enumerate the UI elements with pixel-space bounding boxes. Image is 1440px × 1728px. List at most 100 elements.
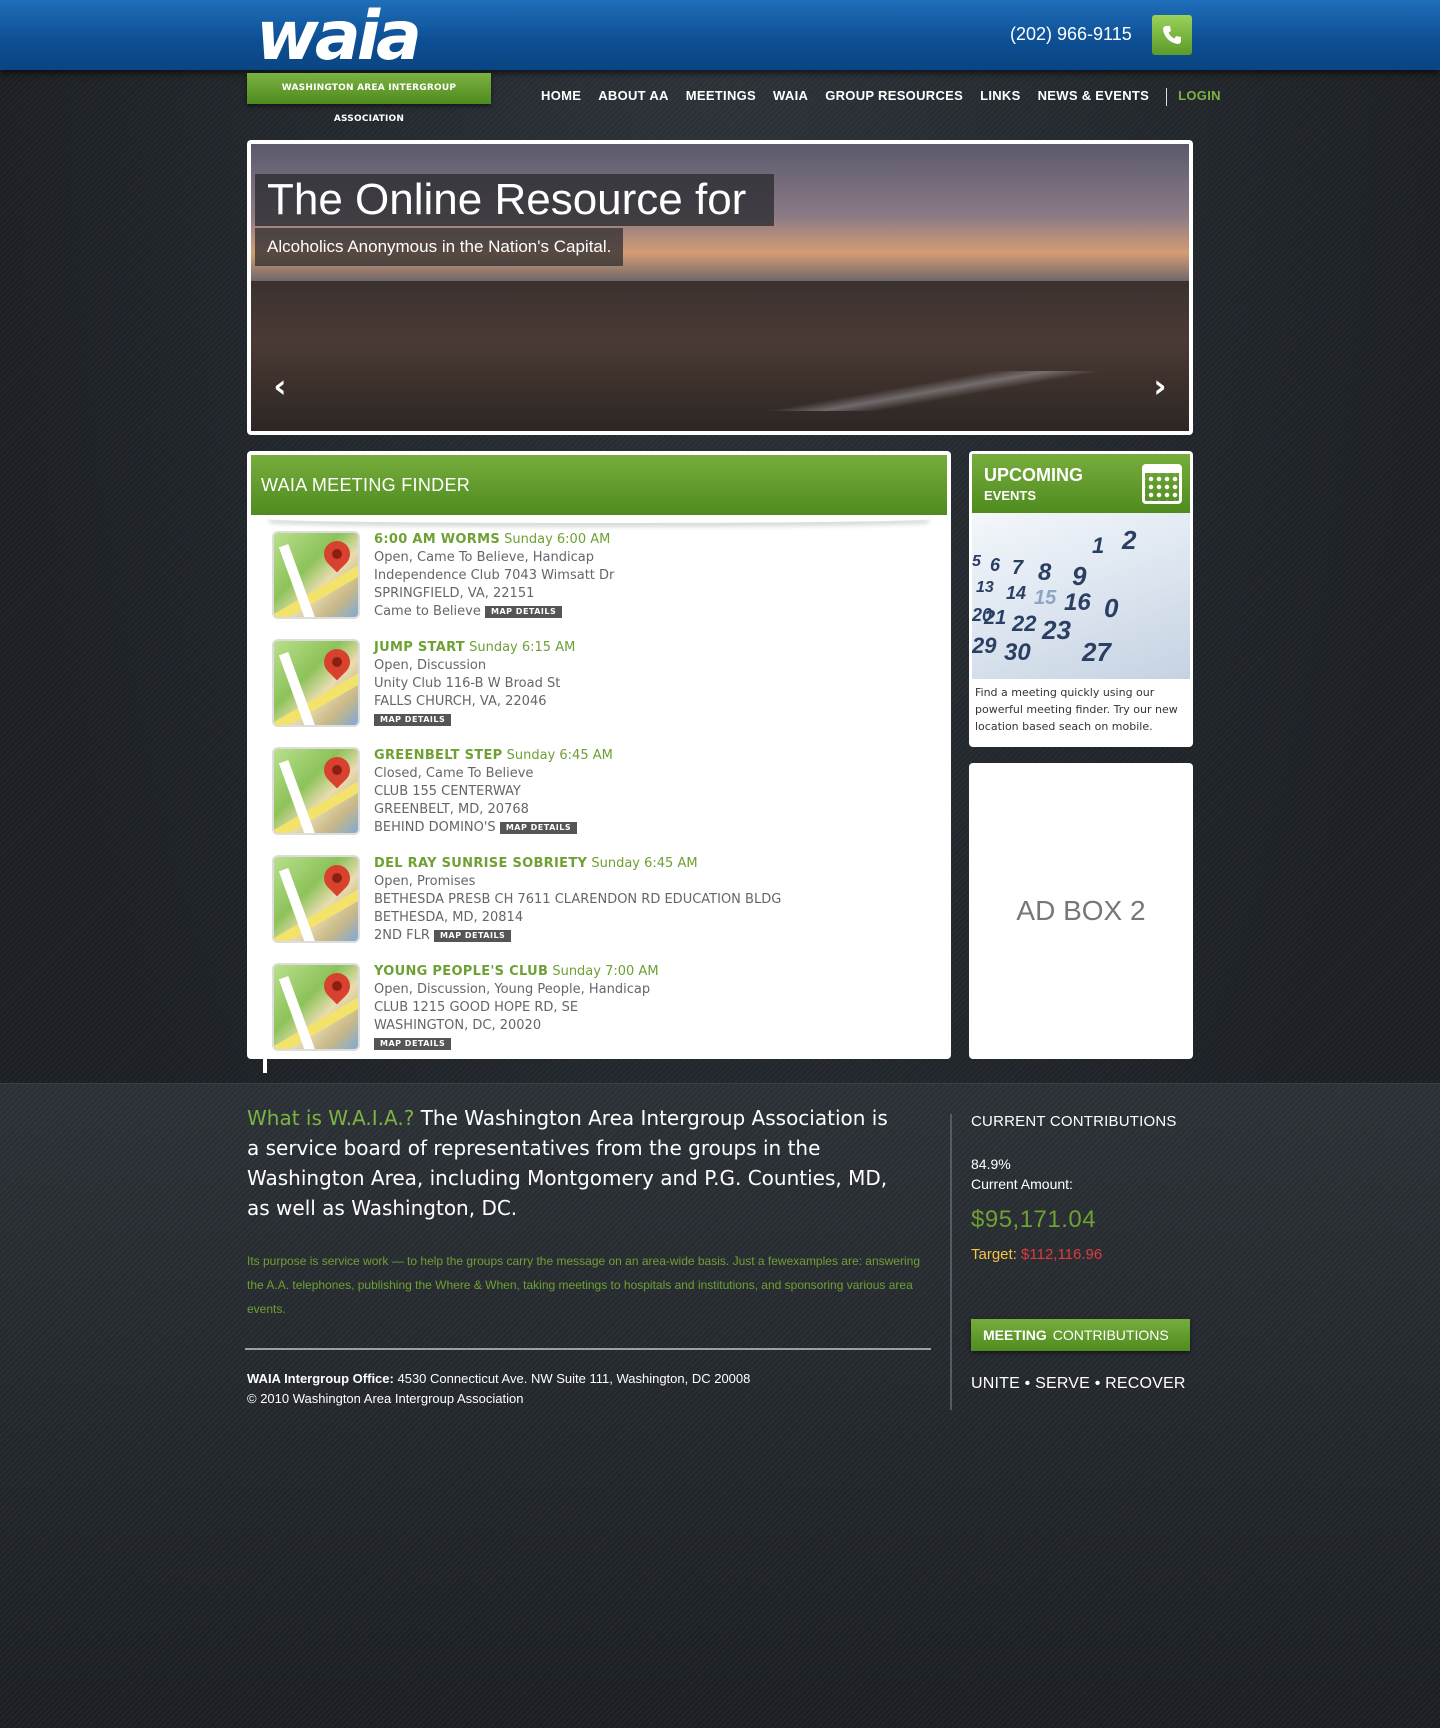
header-bar	[0, 0, 1440, 70]
map-details-button[interactable]: MAP DETAILS	[374, 713, 452, 726]
meeting-name[interactable]: YOUNG PEOPLE'S CLUB	[374, 964, 548, 979]
copyright: © 2010 Washington Area Intergroup Associ…	[247, 1391, 524, 1406]
meeting-city: SPRINGFIELD, VA, 22151	[374, 586, 535, 601]
meeting-types: Closed, Came To Believe	[374, 766, 534, 781]
footer-divider	[245, 1348, 931, 1350]
footer-vertical-divider	[950, 1114, 952, 1410]
nav-divider	[1166, 88, 1168, 106]
meeting-types: Open, Promises	[374, 874, 476, 889]
meeting-types: Open, Discussion, Young People, Handicap	[374, 982, 651, 997]
meeting-name[interactable]: JUMP START	[374, 640, 465, 655]
meeting-address: CLUB 155 CENTERWAY	[374, 784, 521, 799]
about-heading: What is W.A.I.A.?	[247, 1106, 415, 1130]
nav-meetings[interactable]: MEETINGS	[686, 88, 756, 108]
purpose-text: Its purpose is service work — to help th…	[247, 1254, 920, 1316]
meeting-info: DEL RAY SUNRISE SOBRIETY Sunday 6:45 AM O…	[374, 855, 781, 945]
upcoming-events-widget: UPCOMING EVENTS 2 1 5 6 7 8 9 13 14 15 1…	[969, 451, 1193, 747]
phone-icon[interactable]	[1152, 15, 1192, 55]
target-amount: $112,116.96	[1021, 1246, 1103, 1263]
mc-button-bold: MEETING	[983, 1327, 1047, 1343]
hero-slider: The Online Resource for Alcoholics Anony…	[247, 140, 1193, 435]
meeting-name[interactable]: 6:00 AM WORMS	[374, 532, 500, 547]
nav-home[interactable]: HOME	[541, 88, 581, 108]
meeting-item: GREENBELT STEP Sunday 6:45 AM Closed, Cam…	[272, 747, 912, 839]
map-details-button[interactable]: MAP DETAILS	[485, 605, 563, 618]
meeting-time: Sunday 6:15 AM	[469, 640, 576, 655]
meeting-address: Independence Club 7043 Wimsatt Dr	[374, 568, 615, 583]
meeting-city: BETHESDA, MD, 20814	[374, 910, 524, 925]
nav-about-aa[interactable]: ABOUT AA	[598, 88, 669, 108]
meeting-item: JUMP START Sunday 6:15 AM Open, Discussio…	[272, 639, 912, 731]
meeting-name[interactable]: DEL RAY SUNRISE SOBRIETY	[374, 856, 587, 871]
office-label: WAIA Intergroup Office:	[247, 1371, 394, 1386]
contributions-heading: CURRENT CONTRIBUTIONS	[971, 1113, 1177, 1130]
nav-waia[interactable]: WAIA	[773, 88, 808, 108]
hero-subtitle: Alcoholics Anonymous in the Nation's Cap…	[255, 228, 624, 266]
chevron-left-icon[interactable]: ‹	[265, 366, 295, 406]
calendar-icon	[1142, 464, 1182, 504]
finder-divider	[269, 515, 929, 523]
logo-tagline: WASHINGTON AREA INTERGROUP ASSOCIATION	[247, 73, 491, 124]
hero-highway	[709, 371, 1189, 411]
meeting-city: GREENBELT, MD, 20768	[374, 802, 529, 817]
ad-box[interactable]: AD BOX 2	[969, 763, 1193, 1059]
meeting-item: YOUNG PEOPLE'S CLUB Sunday 7:00 AM Open, …	[272, 963, 912, 1055]
meeting-info: 6:00 AM WORMS Sunday 6:00 AM Open, Came T…	[374, 531, 614, 621]
motto: UNITE • SERVE • RECOVER	[971, 1375, 1186, 1392]
nav-links[interactable]: LINKS	[980, 88, 1021, 108]
meeting-info: JUMP START Sunday 6:15 AM Open, Discussio…	[374, 639, 575, 729]
office-info: WAIA Intergroup Office: 4530 Connecticut…	[247, 1369, 750, 1409]
contributions-percent: 84.9%	[971, 1156, 1011, 1172]
meeting-address: CLUB 1215 GOOD HOPE RD, SE	[374, 1000, 579, 1015]
nav-group-resources[interactable]: GROUP RESOURCES	[825, 88, 963, 108]
meeting-types: Open, Came To Believe, Handicap	[374, 550, 594, 565]
chevron-right-icon[interactable]: ›	[1145, 366, 1175, 406]
map-icon[interactable]	[272, 747, 360, 835]
meeting-note: BEHIND DOMINO'S	[374, 820, 496, 835]
nav-news-events[interactable]: NEWS & EVENTS	[1038, 88, 1150, 108]
meeting-item: 6:00 AM WORMS Sunday 6:00 AM Open, Came T…	[272, 531, 912, 623]
site-logo[interactable]: waia	[256, 3, 486, 71]
nav-login[interactable]: LOGIN	[1178, 88, 1221, 108]
meeting-time: Sunday 7:00 AM	[552, 964, 659, 979]
meeting-name[interactable]: GREENBELT STEP	[374, 748, 502, 763]
current-amount-label: Current Amount:	[971, 1176, 1073, 1192]
meeting-finder-title: WAIA MEETING FINDER	[251, 455, 947, 515]
events-header[interactable]: UPCOMING EVENTS	[972, 454, 1190, 513]
map-icon[interactable]	[272, 855, 360, 943]
map-icon[interactable]	[272, 639, 360, 727]
meeting-time: Sunday 6:45 AM	[591, 856, 698, 871]
target-label: Target:	[971, 1246, 1017, 1263]
contributions-panel: CURRENT CONTRIBUTIONS 84.9% Current Amou…	[971, 1113, 1201, 1263]
events-description: Find a meeting quickly using our powerfu…	[975, 686, 1178, 733]
meeting-time: Sunday 6:45 AM	[506, 748, 613, 763]
meeting-types: Open, Discussion	[374, 658, 487, 673]
meeting-address: BETHESDA PRESB CH 7611 CLARENDON RD EDUC…	[374, 892, 782, 907]
meeting-note: Came to Believe	[374, 604, 481, 619]
meeting-note: 2ND FLR	[374, 928, 430, 943]
meeting-time: Sunday 6:00 AM	[504, 532, 611, 547]
main-nav: HOME ABOUT AA MEETINGS WAIA GROUP RESOUR…	[541, 88, 1238, 108]
meeting-city: FALLS CHURCH, VA, 22046	[374, 694, 547, 709]
map-details-button[interactable]: MAP DETAILS	[374, 1037, 452, 1050]
meeting-info: GREENBELT STEP Sunday 6:45 AM Closed, Cam…	[374, 747, 613, 837]
meeting-info: YOUNG PEOPLE'S CLUB Sunday 7:00 AM Open, …	[374, 963, 659, 1053]
phone-number: (202) 966-9115	[1010, 24, 1132, 44]
meeting-contributions-button[interactable]: MEETING CONTRIBUTIONS	[971, 1319, 1190, 1351]
current-amount: $95,171.04	[971, 1206, 1097, 1233]
meeting-item: DEL RAY SUNRISE SOBRIETY Sunday 6:45 AM O…	[272, 855, 912, 947]
map-icon[interactable]	[272, 531, 360, 619]
office-address: 4530 Connecticut Ave. NW Suite 111, Wash…	[397, 1371, 751, 1386]
map-details-button[interactable]: MAP DETAILS	[434, 929, 512, 942]
mc-button-rest: CONTRIBUTIONS	[1052, 1327, 1169, 1343]
meeting-city: WASHINGTON, DC, 20020	[374, 1018, 542, 1033]
hero-image: The Online Resource for Alcoholics Anony…	[251, 144, 1189, 431]
about-waia: What is W.A.I.A.? The Washington Area In…	[247, 1103, 897, 1223]
meeting-address: Unity Club 116-B W Broad St	[374, 676, 561, 691]
calendar-image: 2 1 5 6 7 8 9 13 14 15 16 0 20 21 22 23 …	[972, 513, 1190, 679]
map-icon[interactable]	[272, 963, 360, 1051]
target-row: Target: $112,116.96	[971, 1246, 1201, 1263]
scroll-marker	[263, 1057, 267, 1073]
map-details-button[interactable]: MAP DETAILS	[499, 821, 578, 834]
hero-title: The Online Resource for	[255, 174, 775, 226]
